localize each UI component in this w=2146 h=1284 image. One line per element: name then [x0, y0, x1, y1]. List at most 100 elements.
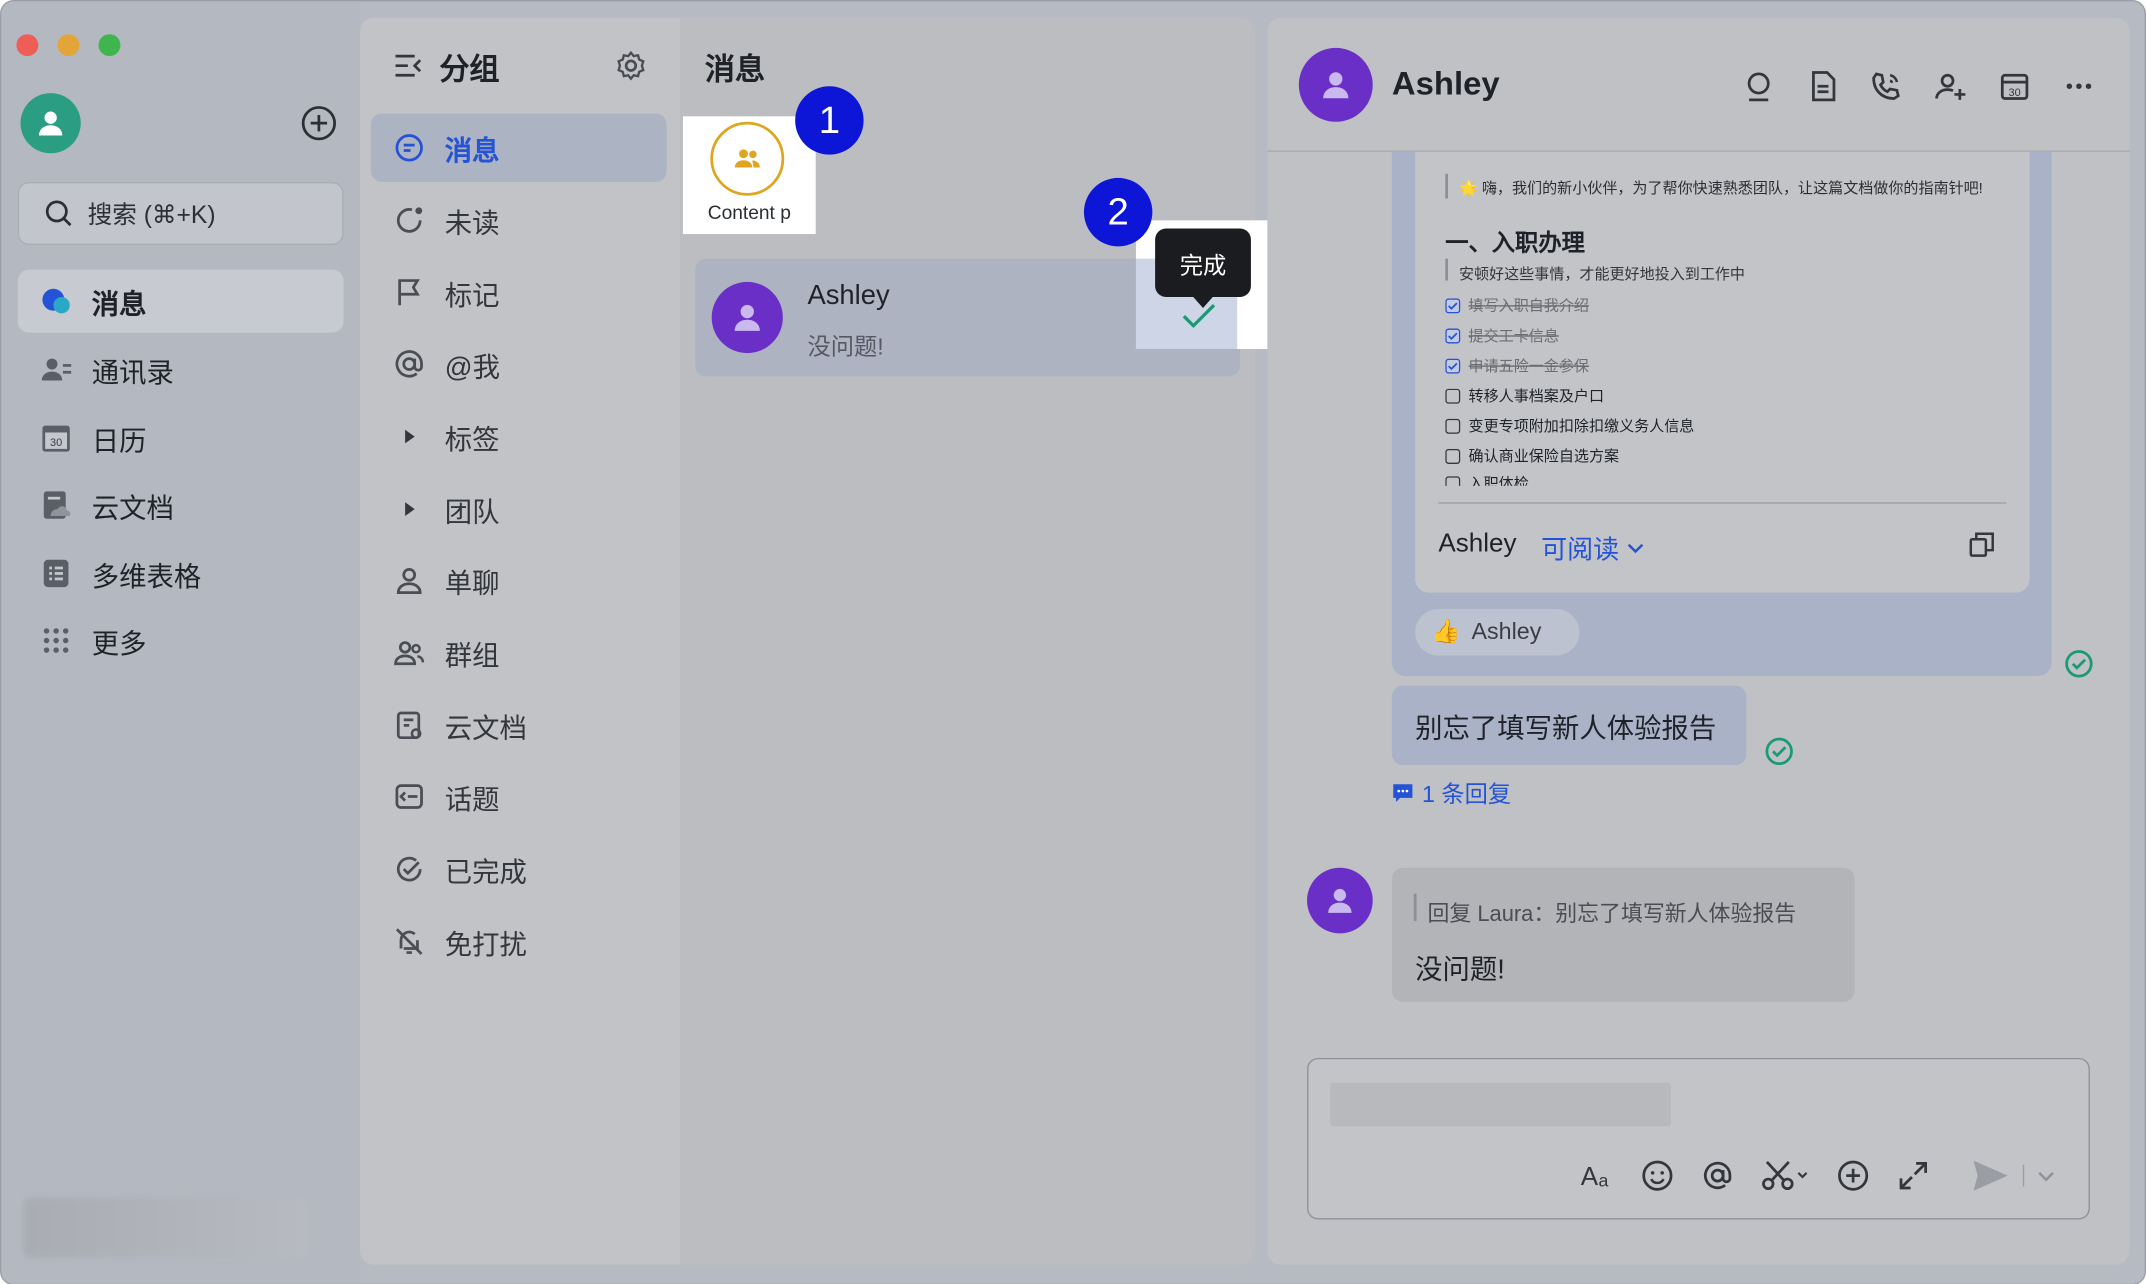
checklist-text: 填写入职自我介绍	[1468, 298, 1589, 315]
person-icon	[1323, 72, 1349, 99]
close-window-button[interactable]	[16, 34, 39, 57]
sidebar-item-docs[interactable]: 云文档	[18, 474, 344, 537]
reply-count: 1 条回复	[1421, 781, 1512, 808]
group-item-teams[interactable]: 团队	[371, 475, 667, 543]
zoom-window-button[interactable]	[98, 34, 121, 57]
settings-gear-icon[interactable]	[615, 49, 648, 82]
group-item-labels[interactable]: 标签	[371, 402, 667, 470]
copy-link-icon[interactable]	[1968, 531, 1995, 558]
group-item-direct[interactable]: 单聊	[371, 546, 667, 614]
doc-card[interactable]: 🌟 嗨，我们的新小伙伴，为了帮你快速熟悉团队，让这篇文档做你的指南针吧! 一、入…	[1415, 151, 2030, 593]
search-input[interactable]: 搜索 (⌘+K)	[17, 182, 344, 245]
checkbox-icon	[1445, 448, 1461, 464]
minimize-window-button[interactable]	[57, 34, 80, 57]
permission-dropdown[interactable]: 可阅读	[1541, 530, 1644, 567]
blurred-profile-area	[23, 1197, 308, 1258]
caret-right-icon	[393, 493, 426, 526]
add-attachment-icon[interactable]	[1835, 1158, 1871, 1194]
reaction-chip[interactable]: 👍 Ashley	[1415, 609, 1580, 656]
sidebar-item-more[interactable]: 更多	[18, 609, 344, 672]
group-item-label: 云文档	[444, 713, 527, 744]
quote-bar	[1445, 173, 1448, 199]
group-item-topics[interactable]: 话题	[371, 762, 667, 830]
sidebar-item-label: 日历	[91, 426, 147, 457]
group-item-label: 未读	[444, 208, 500, 239]
group-item-unread[interactable]: 未读	[371, 186, 667, 254]
add-member-icon[interactable]	[1934, 70, 1967, 103]
checklist-item: 变更专项附加扣除扣缴义务人信息	[1445, 415, 1694, 437]
group-item-mute[interactable]: 免打扰	[371, 907, 667, 975]
svg-text:A: A	[1581, 1161, 1599, 1191]
mention-icon[interactable]	[1700, 1158, 1736, 1194]
caret-right-icon	[393, 420, 426, 453]
group-item-label: 群组	[444, 641, 500, 672]
cloud-doc-icon	[40, 489, 73, 522]
send-options-chevron-icon[interactable]	[2038, 1172, 2054, 1183]
group-item-groups[interactable]: 群组	[371, 619, 667, 687]
svg-text:30: 30	[2009, 87, 2021, 99]
checklist-item: 提交工卡信息	[1445, 324, 1559, 346]
message-icon	[393, 131, 426, 164]
send-divider	[2022, 1164, 2025, 1187]
sidebar-item-label: 多维表格	[91, 561, 202, 592]
feed-shortcut-label: Content p	[707, 201, 791, 224]
expand-icon[interactable]	[1896, 1158, 1932, 1194]
person-icon	[734, 304, 760, 331]
user-avatar[interactable]	[20, 93, 81, 154]
contact-avatar	[711, 281, 783, 354]
search-placeholder: 搜索 (⌘+K)	[87, 201, 216, 229]
message-input[interactable]	[1330, 1082, 1672, 1127]
sidebar-item-contacts[interactable]: 通讯录	[18, 338, 344, 401]
sent-message-bubble: 别忘了填写新人体验报告	[1391, 685, 1747, 766]
sidebar-item-calendar[interactable]: 30 日历	[18, 406, 344, 469]
emoji-icon[interactable]	[1640, 1158, 1676, 1194]
text-format-icon[interactable]: Aa	[1579, 1156, 1617, 1194]
search-chat-icon[interactable]	[1742, 70, 1775, 103]
contacts-icon	[40, 353, 73, 386]
group-item-mentions[interactable]: @我	[371, 330, 667, 398]
checklist-item: 入职体检	[1445, 472, 2020, 486]
group-item-messages[interactable]: 消息	[370, 113, 667, 183]
chat-docs-icon[interactable]	[1807, 70, 1840, 103]
sidebar-item-messages[interactable]: 消息	[17, 269, 344, 333]
header-avatar[interactable]	[1298, 47, 1373, 122]
group-item-label: 团队	[444, 497, 500, 528]
checklist-overflow: 入职体检	[1445, 472, 2020, 486]
thread-replies-link[interactable]: 1 条回复	[1392, 775, 1511, 809]
person-icon	[39, 111, 63, 136]
group-feed-icon	[710, 121, 785, 196]
group-item-label: 已完成	[444, 857, 527, 888]
svg-text:30: 30	[50, 437, 62, 449]
screenshot-scissors-icon[interactable]	[1760, 1158, 1812, 1194]
checklist-item: 转移人事档案及户口	[1445, 385, 1604, 407]
checklist-text: 转移人事档案及户口	[1468, 388, 1605, 406]
sender-avatar[interactable]	[1307, 867, 1373, 934]
feed-shortcut[interactable]: Content p	[682, 116, 816, 235]
quote-bar	[1413, 893, 1417, 922]
callout-badge-1: 1	[795, 86, 864, 155]
doc-icon	[393, 709, 426, 742]
more-options-icon[interactable]	[2063, 70, 2096, 103]
calendar-icon[interactable]: 30	[1998, 70, 2031, 103]
collapse-panel-icon[interactable]	[393, 51, 423, 81]
checkbox-checked-icon	[1445, 297, 1461, 313]
chat-panel: Ashley 30 🌟 嗨，我们的新小伙伴，为了帮你快速熟悉团队，让这篇文档做你…	[1267, 17, 2130, 1265]
group-item-docs[interactable]: 云文档	[371, 691, 667, 759]
group-item-flagged[interactable]: 标记	[371, 259, 667, 327]
flag-icon	[393, 276, 426, 309]
reaction-user: Ashley	[1471, 618, 1542, 645]
call-icon[interactable]	[1870, 70, 1903, 103]
group-item-label: 消息	[444, 136, 500, 167]
base-table-icon	[40, 557, 73, 590]
permission-label: 可阅读	[1541, 536, 1620, 566]
message-composer[interactable]: Aa	[1307, 1057, 2090, 1220]
send-icon[interactable]	[1969, 1155, 2010, 1196]
message-list-title: 消息	[704, 52, 766, 87]
sidebar-item-label: 消息	[91, 289, 147, 320]
checkbox-checked-icon	[1445, 327, 1461, 343]
group-item-label: 标签	[444, 424, 500, 456]
sidebar-item-label: 云文档	[91, 493, 174, 524]
create-plus-icon[interactable]	[301, 105, 337, 141]
sidebar-item-base[interactable]: 多维表格	[18, 542, 344, 605]
group-item-done[interactable]: 已完成	[371, 835, 667, 903]
